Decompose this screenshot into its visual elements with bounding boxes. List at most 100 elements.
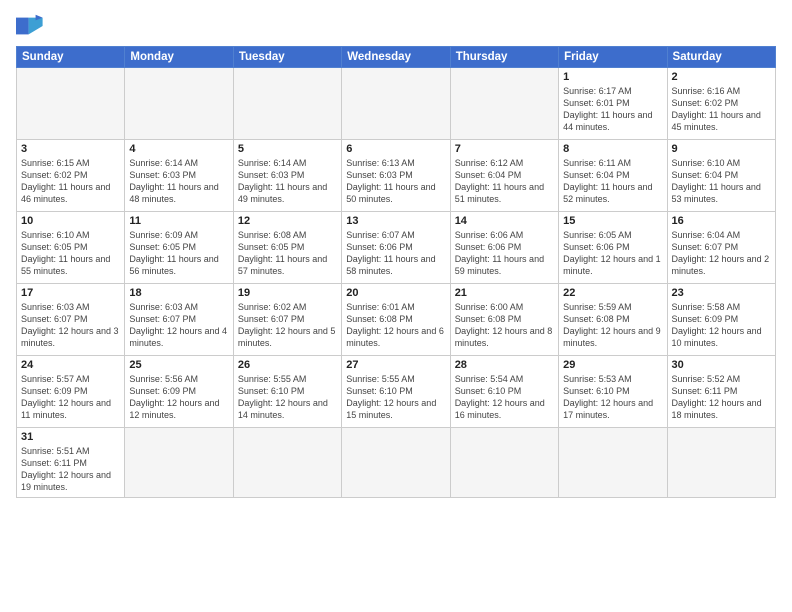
- day-number: 21: [455, 287, 554, 299]
- calendar-cell: 16Sunrise: 6:04 AM Sunset: 6:07 PM Dayli…: [667, 212, 775, 284]
- weekday-header-wednesday: Wednesday: [342, 47, 450, 68]
- day-number: 13: [346, 215, 445, 227]
- day-number: 16: [672, 215, 771, 227]
- day-info: Sunrise: 5:58 AM Sunset: 6:09 PM Dayligh…: [672, 301, 771, 350]
- day-info: Sunrise: 6:10 AM Sunset: 6:05 PM Dayligh…: [21, 229, 120, 278]
- day-info: Sunrise: 5:55 AM Sunset: 6:10 PM Dayligh…: [238, 373, 337, 422]
- day-info: Sunrise: 6:12 AM Sunset: 6:04 PM Dayligh…: [455, 157, 554, 206]
- day-info: Sunrise: 6:02 AM Sunset: 6:07 PM Dayligh…: [238, 301, 337, 350]
- calendar-cell: 9 Sunrise: 6:10 AM Sunset: 6:04 PM Daylig…: [667, 140, 775, 212]
- calendar-cell: [17, 68, 125, 140]
- day-number: 4: [129, 143, 228, 155]
- day-number: 17: [21, 287, 120, 299]
- calendar-cell: 14 Sunrise: 6:06 AM Sunset: 6:06 PM Dayli…: [450, 212, 558, 284]
- calendar-cell: 3 Sunrise: 6:15 AM Sunset: 6:02 PM Daylig…: [17, 140, 125, 212]
- page: SundayMondayTuesdayWednesdayThursdayFrid…: [0, 0, 792, 506]
- day-info: Sunrise: 6:08 AM Sunset: 6:05 PM Dayligh…: [238, 229, 337, 278]
- calendar-cell: [125, 428, 233, 498]
- calendar-cell: 8 Sunrise: 6:11 AM Sunset: 6:04 PM Daylig…: [559, 140, 667, 212]
- day-number: 31: [21, 431, 120, 443]
- calendar-cell: 30Sunrise: 5:52 AM Sunset: 6:11 PM Dayli…: [667, 356, 775, 428]
- day-number: 9: [672, 143, 771, 155]
- day-number: 8: [563, 143, 662, 155]
- day-number: 25: [129, 359, 228, 371]
- calendar-cell: [559, 428, 667, 498]
- day-info: Sunrise: 5:51 AM Sunset: 6:11 PM Dayligh…: [21, 445, 120, 494]
- day-number: 2: [672, 71, 771, 83]
- day-info: Sunrise: 6:00 AM Sunset: 6:08 PM Dayligh…: [455, 301, 554, 350]
- day-number: 22: [563, 287, 662, 299]
- day-info: Sunrise: 5:57 AM Sunset: 6:09 PM Dayligh…: [21, 373, 120, 422]
- day-info: Sunrise: 5:59 AM Sunset: 6:08 PM Dayligh…: [563, 301, 662, 350]
- day-info: Sunrise: 6:10 AM Sunset: 6:04 PM Dayligh…: [672, 157, 771, 206]
- calendar-cell: 27Sunrise: 5:55 AM Sunset: 6:10 PM Dayli…: [342, 356, 450, 428]
- calendar-week-3: 10 Sunrise: 6:10 AM Sunset: 6:05 PM Dayli…: [17, 212, 776, 284]
- day-info: Sunrise: 5:56 AM Sunset: 6:09 PM Dayligh…: [129, 373, 228, 422]
- calendar-cell: 22 Sunrise: 5:59 AM Sunset: 6:08 PM Dayli…: [559, 284, 667, 356]
- day-info: Sunrise: 6:17 AM Sunset: 6:01 PM Dayligh…: [563, 85, 662, 134]
- day-number: 28: [455, 359, 554, 371]
- calendar-cell: 24 Sunrise: 5:57 AM Sunset: 6:09 PM Dayli…: [17, 356, 125, 428]
- calendar-cell: 31 Sunrise: 5:51 AM Sunset: 6:11 PM Dayli…: [17, 428, 125, 498]
- calendar-week-5: 24 Sunrise: 5:57 AM Sunset: 6:09 PM Dayli…: [17, 356, 776, 428]
- calendar-cell: 26 Sunrise: 5:55 AM Sunset: 6:10 PM Dayli…: [233, 356, 341, 428]
- calendar-cell: 5 Sunrise: 6:14 AM Sunset: 6:03 PM Daylig…: [233, 140, 341, 212]
- calendar-cell: [125, 68, 233, 140]
- weekday-header-friday: Friday: [559, 47, 667, 68]
- day-number: 24: [21, 359, 120, 371]
- calendar-cell: [233, 68, 341, 140]
- calendar-cell: 18Sunrise: 6:03 AM Sunset: 6:07 PM Dayli…: [125, 284, 233, 356]
- calendar-cell: 10 Sunrise: 6:10 AM Sunset: 6:05 PM Dayli…: [17, 212, 125, 284]
- calendar-week-6: 31 Sunrise: 5:51 AM Sunset: 6:11 PM Dayli…: [17, 428, 776, 498]
- weekday-header-sunday: Sunday: [17, 47, 125, 68]
- calendar-cell: 17Sunrise: 6:03 AM Sunset: 6:07 PM Dayli…: [17, 284, 125, 356]
- day-number: 5: [238, 143, 337, 155]
- day-number: 1: [563, 71, 662, 83]
- calendar-cell: 28 Sunrise: 5:54 AM Sunset: 6:10 PM Dayli…: [450, 356, 558, 428]
- day-number: 3: [21, 143, 120, 155]
- calendar-cell: 23Sunrise: 5:58 AM Sunset: 6:09 PM Dayli…: [667, 284, 775, 356]
- calendar-week-2: 3 Sunrise: 6:15 AM Sunset: 6:02 PM Daylig…: [17, 140, 776, 212]
- day-number: 26: [238, 359, 337, 371]
- calendar-cell: 6 Sunrise: 6:13 AM Sunset: 6:03 PM Daylig…: [342, 140, 450, 212]
- day-number: 27: [346, 359, 445, 371]
- day-number: 14: [455, 215, 554, 227]
- logo: [16, 12, 48, 40]
- day-info: Sunrise: 5:53 AM Sunset: 6:10 PM Dayligh…: [563, 373, 662, 422]
- day-info: Sunrise: 6:15 AM Sunset: 6:02 PM Dayligh…: [21, 157, 120, 206]
- day-info: Sunrise: 6:11 AM Sunset: 6:04 PM Dayligh…: [563, 157, 662, 206]
- calendar-cell: 7Sunrise: 6:12 AM Sunset: 6:04 PM Daylig…: [450, 140, 558, 212]
- day-info: Sunrise: 5:54 AM Sunset: 6:10 PM Dayligh…: [455, 373, 554, 422]
- day-number: 20: [346, 287, 445, 299]
- calendar-cell: [667, 428, 775, 498]
- calendar-cell: [450, 428, 558, 498]
- day-number: 19: [238, 287, 337, 299]
- day-info: Sunrise: 6:13 AM Sunset: 6:03 PM Dayligh…: [346, 157, 445, 206]
- day-info: Sunrise: 6:14 AM Sunset: 6:03 PM Dayligh…: [238, 157, 337, 206]
- day-info: Sunrise: 6:16 AM Sunset: 6:02 PM Dayligh…: [672, 85, 771, 134]
- day-number: 18: [129, 287, 228, 299]
- calendar-week-4: 17Sunrise: 6:03 AM Sunset: 6:07 PM Dayli…: [17, 284, 776, 356]
- day-info: Sunrise: 5:52 AM Sunset: 6:11 PM Dayligh…: [672, 373, 771, 422]
- weekday-header-row: SundayMondayTuesdayWednesdayThursdayFrid…: [17, 47, 776, 68]
- day-info: Sunrise: 6:01 AM Sunset: 6:08 PM Dayligh…: [346, 301, 445, 350]
- calendar-cell: 12Sunrise: 6:08 AM Sunset: 6:05 PM Dayli…: [233, 212, 341, 284]
- calendar-cell: 20 Sunrise: 6:01 AM Sunset: 6:08 PM Dayli…: [342, 284, 450, 356]
- day-info: Sunrise: 6:07 AM Sunset: 6:06 PM Dayligh…: [346, 229, 445, 278]
- calendar-cell: 15 Sunrise: 6:05 AM Sunset: 6:06 PM Dayli…: [559, 212, 667, 284]
- day-number: 15: [563, 215, 662, 227]
- day-info: Sunrise: 6:05 AM Sunset: 6:06 PM Dayligh…: [563, 229, 662, 278]
- calendar-week-1: 1 Sunrise: 6:17 AM Sunset: 6:01 PM Daylig…: [17, 68, 776, 140]
- weekday-header-saturday: Saturday: [667, 47, 775, 68]
- weekday-header-tuesday: Tuesday: [233, 47, 341, 68]
- calendar-cell: [450, 68, 558, 140]
- calendar-cell: [342, 68, 450, 140]
- calendar-cell: 19 Sunrise: 6:02 AM Sunset: 6:07 PM Dayli…: [233, 284, 341, 356]
- calendar-cell: 29Sunrise: 5:53 AM Sunset: 6:10 PM Dayli…: [559, 356, 667, 428]
- day-number: 10: [21, 215, 120, 227]
- calendar-table: SundayMondayTuesdayWednesdayThursdayFrid…: [16, 46, 776, 498]
- day-number: 6: [346, 143, 445, 155]
- weekday-header-thursday: Thursday: [450, 47, 558, 68]
- day-info: Sunrise: 6:06 AM Sunset: 6:06 PM Dayligh…: [455, 229, 554, 278]
- calendar-cell: 21 Sunrise: 6:00 AM Sunset: 6:08 PM Dayli…: [450, 284, 558, 356]
